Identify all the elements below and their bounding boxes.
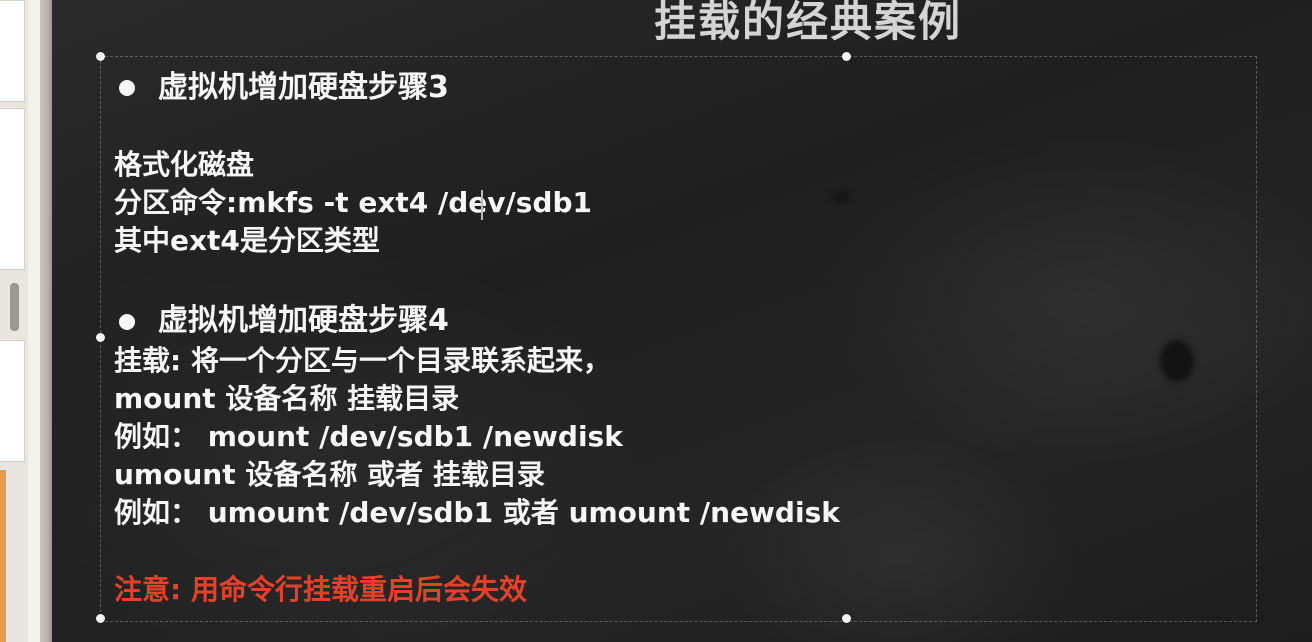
text-box-selection[interactable]	[100, 56, 1257, 622]
bullet-icon	[119, 314, 135, 330]
resize-handle-left[interactable]	[96, 333, 105, 342]
resize-handle-top-left[interactable]	[96, 52, 105, 61]
step4-line: 挂载: 将一个分区与一个目录联系起来，	[114, 344, 611, 377]
step3-heading: 虚拟机增加硬盘步骤3	[158, 70, 449, 105]
step4-line: 例如： mount /dev/sdb1 /newdisk	[114, 420, 623, 453]
bullet-icon	[119, 80, 135, 96]
slide-thumbnail[interactable]	[0, 108, 25, 270]
step4-heading: 虚拟机增加硬盘步骤4	[158, 303, 449, 338]
text-cursor	[481, 190, 483, 220]
slide-title[interactable]: 挂载的经典案例	[654, 0, 962, 49]
slide-thumbnail[interactable]	[0, 0, 25, 102]
step3-line: 其中ext4是分区类型	[114, 224, 380, 257]
slide-thumbnail[interactable]	[0, 340, 25, 462]
step4-line: mount 设备名称 挂载目录	[114, 382, 460, 415]
resize-handle-bottom[interactable]	[842, 614, 851, 623]
slide-thumbnail-panel[interactable]	[0, 0, 52, 642]
slide-canvas[interactable]: 挂载的经典案例 虚拟机增加硬盘步骤3 格式化磁盘 分区命令:mkfs -t ex…	[52, 0, 1312, 642]
presentation-window: 挂载的经典案例 虚拟机增加硬盘步骤3 格式化磁盘 分区命令:mkfs -t ex…	[0, 0, 1312, 642]
selected-slide-indicator	[0, 470, 6, 642]
scrollbar-thumb[interactable]	[10, 283, 19, 331]
resize-handle-bottom-left[interactable]	[96, 614, 105, 623]
step4-line: umount 设备名称 或者 挂载目录	[114, 458, 545, 491]
step4-line: 例如： umount /dev/sdb1 或者 umount /newdisk	[114, 496, 840, 529]
resize-handle-top[interactable]	[842, 52, 851, 61]
warning-note: 注意: 用命令行挂载重启后会失效	[114, 573, 527, 606]
step3-line: 格式化磁盘	[114, 148, 255, 181]
step3-line: 分区命令:mkfs -t ext4 /dev/sdb1	[114, 186, 592, 219]
